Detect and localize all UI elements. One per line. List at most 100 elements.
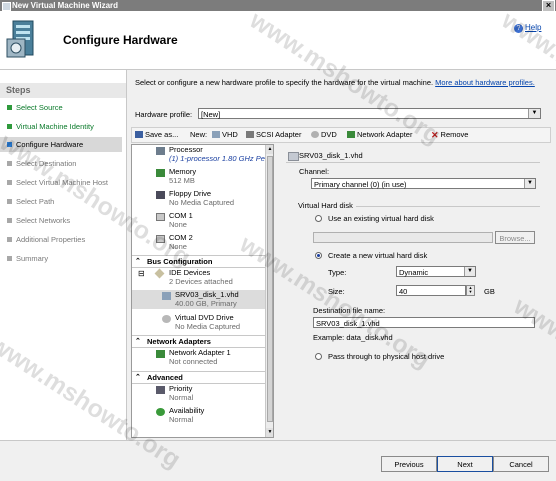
tree-item-detail: 512 MB bbox=[169, 176, 195, 185]
new-label: New: bbox=[190, 130, 208, 139]
tree-item-title: Network Adapter 1 bbox=[169, 348, 231, 357]
new-dvd-button[interactable]: DVD bbox=[311, 128, 337, 142]
vhd-label: VHD bbox=[222, 130, 238, 139]
save-as-label: Save as... bbox=[145, 130, 179, 139]
tree-item-detail: Not connected bbox=[169, 357, 218, 366]
step-vm-identity[interactable]: Virtual Machine Identity bbox=[0, 119, 122, 134]
tree-scrollbar[interactable]: ▲ ▼ bbox=[265, 145, 273, 437]
scsi-label: SCSI Adapter bbox=[256, 130, 302, 139]
size-stepper[interactable]: ▲ ▼ bbox=[466, 285, 475, 296]
hardware-profile-value: [New] bbox=[201, 110, 221, 119]
pass-through-radio[interactable] bbox=[315, 353, 322, 360]
remove-label: Remove bbox=[440, 130, 469, 139]
next-button[interactable]: Next bbox=[437, 456, 493, 472]
detail-title: SRV03_disk_1.vhd bbox=[299, 151, 363, 160]
intro-text: Select or configure a new hardware profi… bbox=[135, 78, 535, 88]
destination-example: Example: data_disk.vhd bbox=[313, 333, 393, 342]
step-label: Virtual Machine Identity bbox=[16, 122, 94, 131]
tree-item-vhd-disk[interactable]: SRV03_disk_1.vhd 40.00 GB, Primary bbox=[132, 290, 265, 309]
divider bbox=[286, 162, 540, 163]
step-pending-icon bbox=[7, 237, 12, 242]
help-icon: ? bbox=[514, 24, 523, 33]
tree-item-priority[interactable]: Priority Normal bbox=[132, 384, 265, 402]
tree-item-processor[interactable]: Processor (1) 1-processor 1.80 GHz Pen..… bbox=[132, 145, 273, 163]
priority-icon bbox=[156, 386, 165, 394]
tree-item-detail: No Media Captured bbox=[175, 322, 241, 331]
existing-disk-path-input[interactable] bbox=[313, 232, 493, 243]
use-existing-radio[interactable] bbox=[315, 215, 322, 222]
ide-icon bbox=[154, 268, 165, 279]
step-label: Select Virtual Machine Host bbox=[16, 178, 108, 187]
disk-type-select[interactable]: Dynamic ▼ bbox=[396, 266, 476, 277]
tree-item-title: IDE Devices bbox=[169, 268, 211, 277]
tree-item-detail: No Media Captured bbox=[169, 198, 235, 207]
step-pending-icon bbox=[7, 199, 12, 204]
step-pending-icon bbox=[7, 218, 12, 223]
tree-item-detail: None bbox=[169, 220, 187, 229]
step-pending-icon bbox=[7, 256, 12, 261]
pass-through-label: Pass through to physical host drive bbox=[328, 352, 445, 361]
destination-file-input[interactable]: SRV03_disk_1.vhd bbox=[313, 317, 535, 328]
step-select-source[interactable]: Select Source bbox=[0, 100, 122, 115]
new-network-adapter-button[interactable]: Network Adapter bbox=[347, 128, 412, 142]
help-link[interactable]: ? Help bbox=[514, 23, 541, 33]
create-new-radio[interactable] bbox=[315, 252, 322, 259]
hardware-profile-label: Hardware profile: bbox=[135, 110, 193, 119]
new-scsi-button[interactable]: SCSI Adapter bbox=[246, 128, 301, 142]
section-bus-configuration[interactable]: ⌃ Bus Configuration bbox=[132, 255, 265, 268]
scroll-down-icon[interactable]: ▼ bbox=[266, 428, 273, 437]
com-port-icon bbox=[156, 235, 165, 243]
section-title: Bus Configuration bbox=[147, 257, 213, 266]
processor-icon bbox=[156, 147, 165, 155]
browse-button[interactable]: Browse... bbox=[495, 231, 535, 244]
wizard-footer: Previous Next Cancel bbox=[0, 440, 556, 481]
tree-item-com1[interactable]: COM 1 None bbox=[132, 211, 265, 229]
tree-item-detail: 2 Devices attached bbox=[169, 277, 233, 286]
step-select-destination: Select Destination bbox=[0, 156, 122, 171]
tree-item-availability[interactable]: Availability Normal bbox=[132, 406, 265, 424]
tree-item-memory[interactable]: Memory 512 MB bbox=[132, 167, 265, 185]
step-check-icon bbox=[7, 105, 12, 110]
dvd-icon bbox=[311, 131, 319, 138]
section-network-adapters[interactable]: ⌃ Network Adapters bbox=[132, 335, 265, 348]
tree-item-title: Priority bbox=[169, 384, 193, 393]
com-port-icon bbox=[156, 213, 165, 221]
size-unit: GB bbox=[484, 287, 495, 296]
virtual-hard-disk-heading: Virtual Hard disk bbox=[298, 201, 353, 210]
tree-item-title: Availability bbox=[169, 406, 205, 415]
scroll-up-icon[interactable]: ▲ bbox=[266, 145, 273, 154]
more-about-hardware-link[interactable]: More about hardware profiles. bbox=[435, 78, 535, 87]
step-configure-hardware[interactable]: Configure Hardware bbox=[0, 137, 122, 152]
save-as-button[interactable]: Save as... bbox=[135, 128, 178, 142]
hardware-profile-select[interactable]: [New] ▼ bbox=[198, 108, 541, 119]
size-input[interactable]: 40 bbox=[396, 285, 466, 296]
tree-item-ide-devices[interactable]: ⊟ IDE Devices 2 Devices attached bbox=[132, 268, 265, 286]
new-vhd-button[interactable]: VHD bbox=[212, 128, 238, 142]
hardware-toolbar: Save as... New: VHD SCSI Adapter DVD Net… bbox=[131, 127, 551, 143]
save-icon bbox=[135, 131, 143, 138]
cancel-button[interactable]: Cancel bbox=[493, 456, 549, 472]
scroll-thumb[interactable] bbox=[267, 156, 273, 422]
tree-item-network-adapter-1[interactable]: Network Adapter 1 Not connected bbox=[132, 348, 265, 366]
tree-item-com2[interactable]: COM 2 None bbox=[132, 233, 265, 251]
wizard-header: Configure Hardware ? Help bbox=[0, 11, 556, 70]
channel-select[interactable]: Primary channel (0) (in use) ▼ bbox=[311, 178, 536, 189]
step-summary: Summary bbox=[0, 251, 122, 266]
step-check-icon bbox=[7, 124, 12, 129]
hardware-tree: Processor (1) 1-processor 1.80 GHz Pen..… bbox=[131, 144, 274, 438]
step-label: Configure Hardware bbox=[16, 140, 84, 149]
step-label: Summary bbox=[16, 254, 49, 263]
tree-item-floppy[interactable]: Floppy Drive No Media Captured bbox=[132, 189, 265, 207]
steps-heading-label: Steps bbox=[6, 85, 31, 95]
divider bbox=[356, 206, 540, 207]
tree-item-virtual-dvd[interactable]: Virtual DVD Drive No Media Captured bbox=[132, 313, 265, 331]
remove-button[interactable]: ✕ Remove bbox=[431, 128, 468, 142]
window-title: New Virtual Machine Wizard bbox=[12, 1, 119, 10]
step-select-host: Select Virtual Machine Host bbox=[0, 175, 122, 190]
network-icon bbox=[347, 131, 355, 138]
previous-button[interactable]: Previous bbox=[381, 456, 437, 472]
dvd-icon bbox=[162, 315, 171, 323]
section-advanced[interactable]: ⌃ Advanced bbox=[132, 371, 265, 384]
app-icon bbox=[2, 2, 11, 11]
steps-heading: Steps bbox=[0, 83, 126, 98]
